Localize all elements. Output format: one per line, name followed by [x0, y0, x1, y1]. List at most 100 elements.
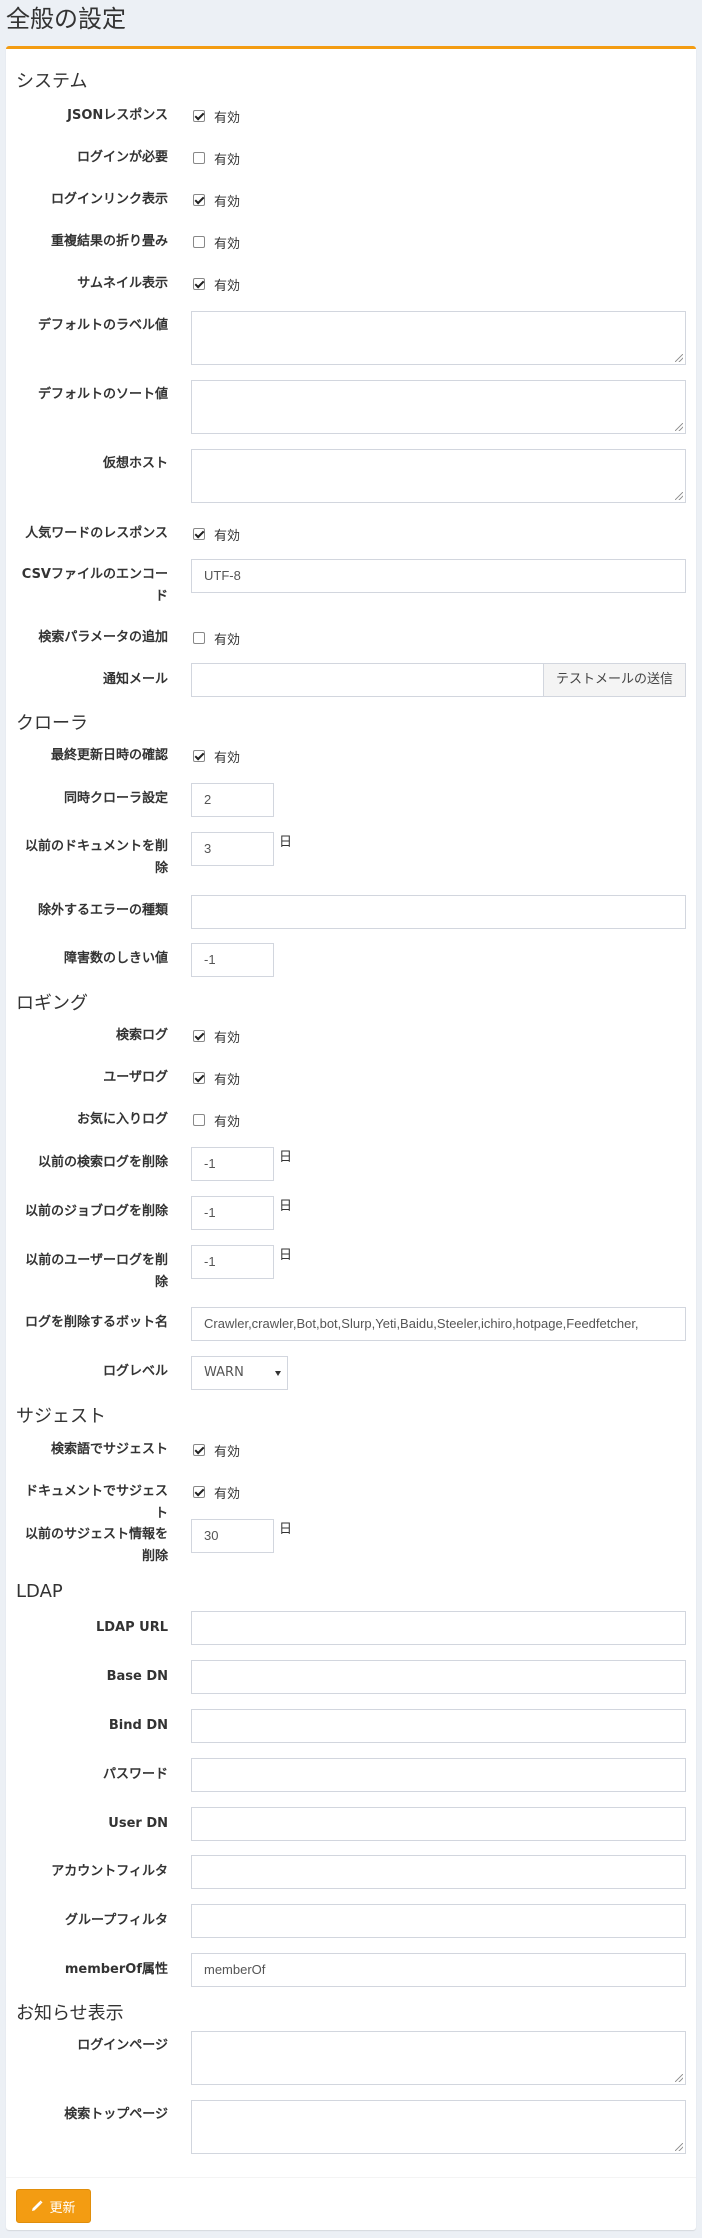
purge-job-log-label: 以前のジョブログを削除: [24, 1204, 168, 1219]
password-input[interactable]: [191, 1758, 686, 1792]
resize-grip-icon[interactable]: [675, 2143, 683, 2151]
failure-threshold-label: 障害数のしきい値: [63, 951, 168, 966]
checkbox-checked[interactable]: [193, 194, 205, 206]
json-response-checkbox[interactable]: 有効: [191, 105, 240, 127]
member-of-label: memberOf属性: [64, 1962, 168, 1977]
log-level-label: ログレベル: [102, 1364, 168, 1379]
checkbox-unchecked[interactable]: [193, 236, 205, 248]
checkbox-checked[interactable]: [193, 1444, 205, 1456]
concurrent-crawler-input[interactable]: 2: [191, 783, 274, 817]
user-log-checkbox[interactable]: 有効: [191, 1067, 240, 1089]
thumbnail-checkbox[interactable]: 有効: [191, 273, 240, 295]
purge-suggest-label: 以前のサジェスト情報を削除: [24, 1527, 168, 1564]
notification-mail-label: 通知メール: [102, 672, 168, 687]
search-log-checkbox[interactable]: 有効: [191, 1025, 240, 1047]
notification-mail-input[interactable]: [191, 663, 543, 697]
group-filter-label: グループフィルタ: [65, 1913, 168, 1928]
enabled-label: 有効: [214, 278, 241, 294]
resize-grip-icon[interactable]: [675, 2074, 683, 2082]
checkbox-checked[interactable]: [193, 278, 205, 290]
resize-grip-icon[interactable]: [675, 354, 683, 362]
ignore-errors-label: 除外するエラーの種類: [37, 903, 168, 918]
section-title-ldap: LDAP: [16, 1581, 63, 1602]
checkbox-checked[interactable]: [193, 528, 205, 540]
default-label-textarea[interactable]: [191, 311, 686, 365]
login-page-textarea[interactable]: [191, 2031, 686, 2085]
checkbox-checked[interactable]: [193, 1486, 205, 1498]
checkbox-checked[interactable]: [193, 1072, 205, 1084]
checkbox-unchecked[interactable]: [193, 152, 205, 164]
ldap-url-input[interactable]: [191, 1611, 686, 1645]
favorite-log-checkbox[interactable]: 有効: [191, 1109, 240, 1131]
base-dn-label: Base DN: [106, 1669, 168, 1684]
popular-word-label: 人気ワードのレスポンス: [25, 526, 168, 541]
purge-search-log-input[interactable]: -1: [191, 1147, 274, 1181]
virtual-host-textarea[interactable]: [191, 449, 686, 503]
favorite-log-label: お気に入りログ: [76, 1112, 168, 1127]
purge-bot-names-label: ログを削除するボット名: [24, 1315, 168, 1330]
enabled-label: 有効: [214, 528, 241, 544]
member-of-input[interactable]: memberOf: [191, 1953, 686, 1987]
bind-dn-input[interactable]: [191, 1709, 686, 1743]
user-log-label: ユーザログ: [103, 1070, 168, 1085]
row-search-top-page: 検索トップページ: [6, 2100, 696, 2154]
log-level-value: WARN: [204, 1365, 244, 1380]
checkbox-unchecked[interactable]: [193, 632, 205, 644]
concurrent-crawler-label: 同時クローラ設定: [63, 791, 168, 806]
json-response-label: JSONレスポンス: [67, 108, 168, 123]
purge-job-log-input[interactable]: -1: [191, 1196, 274, 1230]
suggest-documents-checkbox[interactable]: 有効: [191, 1481, 240, 1503]
bind-dn-label: Bind DN: [108, 1718, 168, 1733]
base-dn-input[interactable]: [191, 1660, 686, 1694]
check-last-modified-label: 最終更新日時の確認: [50, 748, 168, 763]
day-unit: 日: [279, 1248, 293, 1263]
resize-grip-icon[interactable]: [675, 423, 683, 431]
purge-bot-names-input[interactable]: Crawler,crawler,Bot,bot,Slurp,Yeti,Baidu…: [191, 1307, 686, 1341]
update-button[interactable]: 更新: [16, 2189, 91, 2223]
settings-form-card: システム JSONレスポンス 有効 ログインが必要 有効 ログインリンク表示 有…: [6, 46, 696, 2230]
account-filter-input[interactable]: [191, 1855, 686, 1889]
user-dn-input[interactable]: [191, 1807, 686, 1841]
login-required-label: ログインが必要: [76, 150, 168, 165]
login-required-checkbox[interactable]: 有効: [191, 147, 240, 169]
append-query-param-label: 検索パラメータの追加: [38, 630, 168, 645]
section-title-suggest: サジェスト: [16, 1406, 106, 1427]
default-sort-textarea[interactable]: [191, 380, 686, 434]
ignore-errors-input[interactable]: [191, 895, 686, 929]
check-last-modified-checkbox[interactable]: 有効: [191, 745, 240, 767]
log-level-select[interactable]: WARN: [191, 1356, 288, 1390]
checkbox-checked[interactable]: [193, 1030, 205, 1042]
popular-word-checkbox[interactable]: 有効: [191, 523, 240, 545]
search-log-label: 検索ログ: [115, 1028, 168, 1043]
day-unit: 日: [279, 1150, 293, 1165]
day-unit: 日: [279, 835, 293, 850]
footer-divider: [6, 2177, 696, 2178]
enabled-label: 有効: [214, 1486, 241, 1502]
notification-mail-group: テストメールの送信: [191, 663, 686, 697]
purge-suggest-input[interactable]: 30: [191, 1519, 274, 1553]
purge-user-log-input[interactable]: -1: [191, 1245, 274, 1279]
page-header: 全般の設定: [6, 0, 696, 44]
thumbnail-label: サムネイル表示: [77, 276, 168, 291]
login-link-checkbox[interactable]: 有効: [191, 189, 240, 211]
login-link-label: ログインリンク表示: [50, 192, 168, 207]
failure-threshold-input[interactable]: -1: [191, 943, 274, 977]
checkbox-checked[interactable]: [193, 110, 205, 122]
send-test-mail-button[interactable]: テストメールの送信: [542, 663, 686, 697]
group-filter-input[interactable]: [191, 1904, 686, 1938]
collapse-duplicates-checkbox[interactable]: 有効: [191, 231, 240, 253]
enabled-label: 有効: [214, 632, 241, 648]
checkbox-unchecked[interactable]: [193, 1114, 205, 1126]
day-unit: 日: [279, 1522, 293, 1537]
enabled-label: 有効: [214, 1030, 241, 1046]
resize-grip-icon[interactable]: [675, 492, 683, 500]
row-virtual-host: 仮想ホスト: [6, 449, 696, 503]
csv-encoding-input[interactable]: UTF-8: [191, 559, 686, 593]
append-query-param-checkbox[interactable]: 有効: [191, 627, 240, 649]
page-title: 全般の設定: [6, 5, 126, 33]
purge-docs-input[interactable]: 3: [191, 832, 274, 866]
suggest-search-log-checkbox[interactable]: 有効: [191, 1439, 240, 1461]
search-top-page-textarea[interactable]: [191, 2100, 686, 2154]
enabled-label: 有効: [214, 152, 241, 168]
checkbox-checked[interactable]: [193, 750, 205, 762]
